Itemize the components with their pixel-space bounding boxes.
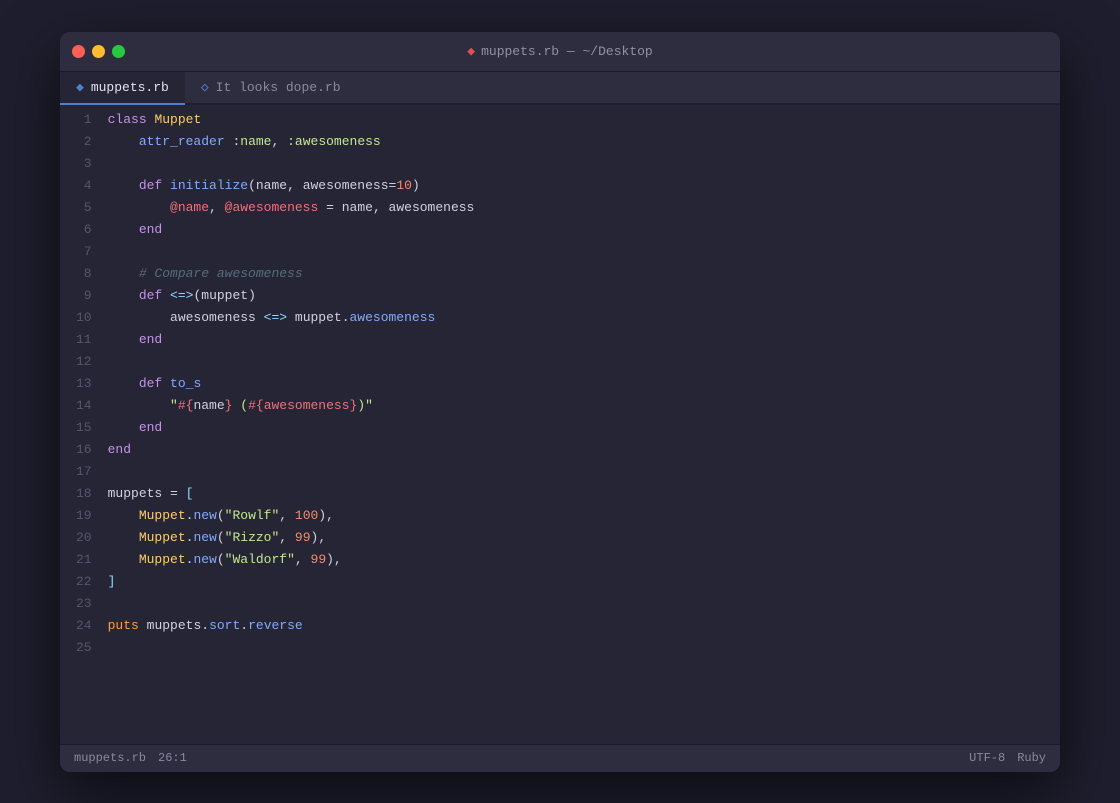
- code-line-12: [108, 351, 1060, 373]
- editor-area: 1 2 3 4 5 6 7 8 9 10 11 12 13 14 15 16 1…: [60, 105, 1060, 744]
- status-encoding: UTF-8: [969, 751, 1005, 765]
- code-line-5: @name, @awesomeness = name, awesomeness: [108, 197, 1060, 219]
- tab-muppets-rb[interactable]: ◆ muppets.rb: [60, 72, 185, 105]
- line-num: 12: [60, 351, 104, 373]
- status-filename: muppets.rb: [74, 751, 146, 765]
- tab-icon: ◆: [76, 80, 84, 95]
- code-line-23: [108, 593, 1060, 615]
- line-num: 7: [60, 241, 104, 263]
- code-line-9: def <=>(muppet): [108, 285, 1060, 307]
- code-line-24: puts muppets.sort.reverse: [108, 615, 1060, 637]
- code-content[interactable]: class Muppet attr_reader :name, :awesome…: [104, 105, 1060, 744]
- line-num: 2: [60, 131, 104, 153]
- close-button[interactable]: [72, 45, 85, 58]
- code-line-11: end: [108, 329, 1060, 351]
- minimize-button[interactable]: [92, 45, 105, 58]
- code-line-7: [108, 241, 1060, 263]
- line-num: 16: [60, 439, 104, 461]
- status-left: muppets.rb 26:1: [74, 751, 187, 765]
- code-line-15: end: [108, 417, 1060, 439]
- tab-bar: ◆ muppets.rb ◇ It looks dope.rb: [60, 72, 1060, 105]
- code-line-3: [108, 153, 1060, 175]
- code-line-1: class Muppet: [108, 109, 1060, 131]
- line-num: 24: [60, 615, 104, 637]
- code-line-20: Muppet.new("Rizzo", 99),: [108, 527, 1060, 549]
- line-num: 22: [60, 571, 104, 593]
- line-num: 8: [60, 263, 104, 285]
- editor-window: ◆ muppets.rb — ~/Desktop ◆ muppets.rb ◇ …: [60, 32, 1060, 772]
- file-icon: ◆: [467, 44, 475, 59]
- line-num: 11: [60, 329, 104, 351]
- tab-it-looks-dope[interactable]: ◇ It looks dope.rb: [185, 72, 357, 105]
- line-num: 25: [60, 637, 104, 659]
- line-num: 20: [60, 527, 104, 549]
- line-num: 13: [60, 373, 104, 395]
- line-num: 23: [60, 593, 104, 615]
- code-line-2: attr_reader :name, :awesomeness: [108, 131, 1060, 153]
- status-right: UTF-8 Ruby: [969, 751, 1046, 765]
- tab-label: muppets.rb: [91, 80, 169, 95]
- titlebar: ◆ muppets.rb — ~/Desktop: [60, 32, 1060, 72]
- line-num: 14: [60, 395, 104, 417]
- window-title: ◆ muppets.rb — ~/Desktop: [467, 44, 652, 59]
- line-num: 6: [60, 219, 104, 241]
- line-num: 10: [60, 307, 104, 329]
- tab-label: It looks dope.rb: [216, 80, 341, 95]
- code-line-8: # Compare awesomeness: [108, 263, 1060, 285]
- line-num: 17: [60, 461, 104, 483]
- line-num: 18: [60, 483, 104, 505]
- line-num: 15: [60, 417, 104, 439]
- code-line-18: muppets = [: [108, 483, 1060, 505]
- line-num: 9: [60, 285, 104, 307]
- traffic-lights: [72, 45, 125, 58]
- code-line-22: ]: [108, 571, 1060, 593]
- status-cursor: 26:1: [158, 751, 187, 765]
- line-num: 3: [60, 153, 104, 175]
- code-line-13: def to_s: [108, 373, 1060, 395]
- code-line-4: def initialize(name, awesomeness=10): [108, 175, 1060, 197]
- code-line-21: Muppet.new("Waldorf", 99),: [108, 549, 1060, 571]
- line-numbers: 1 2 3 4 5 6 7 8 9 10 11 12 13 14 15 16 1…: [60, 105, 104, 744]
- tab-icon: ◇: [201, 80, 209, 95]
- code-line-25: [108, 637, 1060, 659]
- code-line-10: awesomeness <=> muppet.awesomeness: [108, 307, 1060, 329]
- code-line-6: end: [108, 219, 1060, 241]
- code-line-17: [108, 461, 1060, 483]
- statusbar: muppets.rb 26:1 UTF-8 Ruby: [60, 744, 1060, 772]
- line-num: 1: [60, 109, 104, 131]
- code-line-19: Muppet.new("Rowlf", 100),: [108, 505, 1060, 527]
- status-language: Ruby: [1017, 751, 1046, 765]
- code-line-14: "#{name} (#{awesomeness})": [108, 395, 1060, 417]
- maximize-button[interactable]: [112, 45, 125, 58]
- line-num: 21: [60, 549, 104, 571]
- line-num: 5: [60, 197, 104, 219]
- code-line-16: end: [108, 439, 1060, 461]
- line-num: 4: [60, 175, 104, 197]
- line-num: 19: [60, 505, 104, 527]
